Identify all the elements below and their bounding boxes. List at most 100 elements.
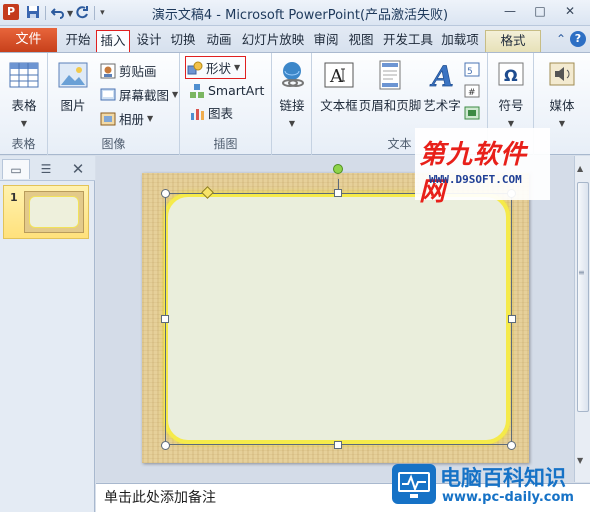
- wordart-button[interactable]: A 艺术字: [420, 59, 464, 114]
- resize-handle-top-left[interactable]: [161, 189, 170, 198]
- tab-design[interactable]: 设计: [134, 30, 164, 52]
- scroll-grip-icon: ≡: [578, 268, 585, 277]
- slides-panel-tabs: ▭ ☰ ✕: [0, 156, 95, 181]
- resize-handle-right[interactable]: [508, 315, 516, 323]
- maximize-button[interactable]: □: [528, 2, 552, 20]
- photo-album-button[interactable]: 相册 ▼: [100, 109, 153, 128]
- watermark-d9soft-url: WWW.D9SOFT.COM: [429, 173, 522, 186]
- tab-animations[interactable]: 动画: [204, 30, 234, 52]
- smartart-icon: [189, 83, 205, 99]
- shapes-button[interactable]: 形状 ▼: [184, 56, 247, 79]
- media-button[interactable]: 媒体 ▼: [542, 59, 582, 129]
- save-icon[interactable]: [26, 5, 40, 22]
- picture-icon: [57, 59, 89, 91]
- tab-slideshow[interactable]: 幻灯片放映: [240, 30, 306, 52]
- slide-thumbnail-selected[interactable]: 1: [3, 185, 89, 239]
- textbox-button[interactable]: A 文本框: [316, 59, 362, 114]
- ribbon-tabs: 文件 开始 插入 设计 切换 动画 幻灯片放映 审阅 视图 开发工具 加载项 格…: [0, 26, 590, 53]
- date-time-button[interactable]: 5: [464, 59, 480, 78]
- slide-canvas[interactable]: [142, 173, 529, 463]
- date-time-icon: 5: [464, 61, 480, 77]
- watermark-pc-daily-url: www.pc-daily.com: [442, 490, 574, 505]
- qat-separator: [94, 6, 96, 20]
- outline-tab-icon[interactable]: ☰: [32, 159, 60, 179]
- group-label-images: 图像: [101, 137, 126, 151]
- slide-number-button[interactable]: #: [464, 81, 480, 100]
- minimize-ribbon-icon[interactable]: ⌃: [556, 32, 566, 46]
- link-icon: [276, 59, 308, 91]
- tab-insert[interactable]: 插入: [96, 30, 130, 53]
- powerpoint-app-icon[interactable]: P: [3, 4, 19, 20]
- group-label-illustrations: 插图: [213, 137, 238, 151]
- svg-text:5: 5: [467, 67, 473, 77]
- help-icon[interactable]: ?: [570, 31, 586, 47]
- resize-handle-bottom-left[interactable]: [161, 441, 170, 450]
- tab-format[interactable]: 格式: [485, 30, 541, 52]
- photo-album-icon: [100, 111, 116, 127]
- rotation-handle[interactable]: [333, 164, 343, 174]
- tab-home[interactable]: 开始: [62, 30, 94, 52]
- tab-addins[interactable]: 加载项: [439, 30, 481, 52]
- speaker-icon: [546, 59, 578, 91]
- slides-tab-icon[interactable]: ▭: [2, 159, 30, 179]
- resize-handle-top[interactable]: [334, 189, 342, 197]
- picture-button[interactable]: 图片: [54, 59, 92, 114]
- header-footer-button[interactable]: 页眉和页脚: [358, 59, 422, 114]
- close-panel-icon[interactable]: ✕: [64, 159, 92, 179]
- shapes-icon: [187, 60, 203, 76]
- wordart-icon: A: [426, 59, 458, 94]
- tab-view[interactable]: 视图: [346, 30, 376, 52]
- close-button[interactable]: ✕: [558, 2, 582, 20]
- thumbnail-shape: [29, 196, 79, 228]
- screenshot-icon: [100, 87, 116, 103]
- clipart-button[interactable]: 剪贴画: [100, 61, 157, 80]
- group-tables: 表格 ▼ 表格: [0, 53, 48, 155]
- group-label-tables: 表格: [11, 137, 36, 151]
- scroll-up-icon[interactable]: ▲: [577, 164, 583, 173]
- rounded-rectangle-shape[interactable]: [164, 193, 510, 444]
- resize-handle-bottom[interactable]: [334, 441, 342, 449]
- vertical-scrollbar[interactable]: ▲ ≡ ▼: [574, 156, 590, 482]
- slides-panel: ▭ ☰ ✕ 1: [0, 156, 95, 512]
- omega-icon: Ω: [495, 59, 527, 91]
- qat-separator: [45, 6, 46, 20]
- slide-number-icon: #: [464, 83, 480, 99]
- watermark-d9soft-title: 第九软件网: [419, 140, 528, 207]
- smartart-button[interactable]: SmartArt: [189, 81, 264, 100]
- watermark-pc-daily: 电脑百科知识 www.pc-daily.com: [390, 458, 590, 512]
- table-icon: [8, 59, 40, 91]
- minimize-button[interactable]: —: [498, 2, 522, 20]
- watermark-d9soft: 第九软件网 WWW.D9SOFT.COM: [415, 128, 550, 207]
- undo-dropdown-icon[interactable]: ▼: [67, 9, 73, 18]
- group-images: 图片 剪贴画 屏幕截图 ▼ 相册 ▼ 图像: [48, 53, 180, 155]
- object-button[interactable]: [464, 103, 480, 122]
- tab-file[interactable]: 文件: [0, 28, 57, 52]
- svg-text:#: #: [468, 88, 476, 98]
- link-button[interactable]: 链接 ▼: [276, 59, 308, 129]
- chart-button[interactable]: 图表: [189, 103, 233, 122]
- window-title: 演示文稿4 - Microsoft PowerPoint(产品激活失败): [151, 8, 449, 23]
- svg-text:A: A: [429, 60, 454, 91]
- undo-icon[interactable]: [50, 5, 65, 22]
- group-illustrations: 形状 ▼ SmartArt 图表 插图: [180, 53, 272, 155]
- header-footer-icon: [374, 59, 406, 91]
- scrollbar-thumb[interactable]: [577, 182, 589, 412]
- resize-handle-left[interactable]: [161, 315, 169, 323]
- tab-review[interactable]: 审阅: [311, 30, 341, 52]
- tab-developer[interactable]: 开发工具: [381, 30, 435, 52]
- customize-qat-icon[interactable]: ▾: [100, 8, 105, 18]
- object-icon: [464, 105, 480, 121]
- table-button[interactable]: 表格 ▼: [6, 59, 42, 129]
- slide-thumbnail: [24, 191, 84, 233]
- slide-number: 1: [10, 191, 18, 204]
- monitor-logo-icon: [392, 464, 436, 504]
- redo-icon[interactable]: [75, 5, 89, 22]
- tab-transitions[interactable]: 切换: [168, 30, 198, 52]
- screenshot-button[interactable]: 屏幕截图 ▼: [100, 85, 178, 104]
- svg-text:Ω: Ω: [504, 66, 518, 85]
- quick-access-toolbar: ▼ ▾: [26, 4, 105, 22]
- resize-handle-bottom-right[interactable]: [507, 441, 516, 450]
- chart-icon: [189, 105, 205, 121]
- title-bar: P ▼ ▾ 演示文稿4 - Microsoft PowerPoint(产品激活失…: [0, 0, 590, 26]
- symbol-button[interactable]: Ω 符号 ▼: [494, 59, 528, 129]
